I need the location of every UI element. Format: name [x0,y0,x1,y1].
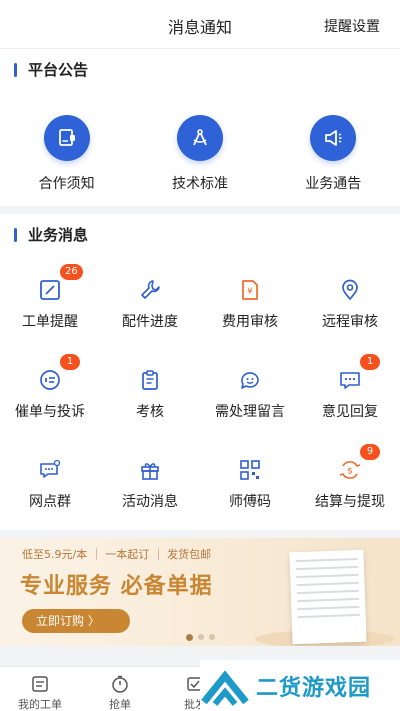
fee-review[interactable]: ¥ 费用审核 [200,272,300,362]
location-pin-icon [337,277,363,303]
announcement-cooperation-notes[interactable]: 合作须知 [0,115,133,193]
banner-pagination[interactable] [0,633,400,641]
announcement-business-notice[interactable]: 业务通告 [267,115,400,193]
promo-banner[interactable]: 低至5.9元/本 ｜ 一本起订 ｜ 发货包邮 专业服务 必备单据 立即订购 〉 [0,538,400,646]
tab-grab-order[interactable]: 抢单 [80,667,160,711]
grid-item-label: 催单与投诉 [15,404,85,420]
unread-count-badge: 26 [60,264,83,280]
pagination-dot[interactable] [208,634,215,640]
receipt-document-image [289,549,367,645]
pending-messages[interactable]: 需处理留言 [200,362,300,452]
feedback-chat-icon [337,367,363,393]
section-marker [14,62,17,77]
unread-count-badge: 1 [360,354,380,370]
doc-line [297,605,360,611]
section-marker [14,227,17,242]
work-order-icon [32,676,48,692]
fee-document-icon: ¥ [237,277,263,303]
grid-item-label: 师傅码 [229,494,271,510]
urge-complaint-icon [37,367,63,393]
announcement-label: 业务通告 [305,176,362,192]
double-chevron-logo-icon [201,669,249,706]
outlet-group[interactable]: 网点群 [0,452,100,542]
tab-label: 抢单 [109,698,131,711]
grid-item-label: 活动消息 [122,494,178,510]
doc-line [296,581,359,587]
compass-icon [176,115,223,161]
contract-icon [43,115,90,161]
platform-section-header: 平台公告 [14,59,88,80]
feedback-reply[interactable]: 意见回复 1 [300,354,400,452]
unread-count-badge: 9 [360,444,380,460]
wrench-icon [137,277,163,303]
activity-messages[interactable]: 活动消息 [100,452,200,542]
announcement-technical-standards[interactable]: 技术标准 [133,115,266,193]
settlement-icon: $ [337,457,363,483]
grid-item-label: 结算与提现 [315,494,385,510]
tab-label: 我的工单 [18,698,62,711]
tab-my-work-orders[interactable]: 我的工单 [0,667,80,711]
grid-item-label: 意见回复 [322,404,378,420]
business-section-title: 业务消息 [28,226,89,244]
assessment[interactable]: 考核 [100,362,200,452]
business-message-grid: 工单提醒 26 配件进度 ¥ 费用审核 远程审核 催单与投诉 1 考核 需处理留… [0,264,400,542]
watermark-text: 二货游戏园 [256,675,372,701]
notification-page: 消息通知 提醒设置 平台公告 合作须知 技术标准 业务通告 业务消息 工单提醒 … [0,0,400,711]
parts-progress[interactable]: 配件进度 [100,272,200,362]
grid-item-label: 需处理留言 [215,404,285,420]
settlement-withdrawal[interactable]: $ 结算与提现 9 [300,444,400,542]
top-bar: 消息通知 提醒设置 [0,0,400,48]
grid-item-label: 远程审核 [322,314,378,330]
announcement-row: 合作须知 技术标准 业务通告 [0,115,400,193]
pagination-dot[interactable] [197,634,204,640]
grid-item-label: 工单提醒 [22,314,78,330]
grid-item-label: 费用审核 [222,314,278,330]
banner-promo-text: 低至5.9元/本 ｜ 一本起订 ｜ 发货包邮 [22,548,212,561]
message-smile-icon [237,367,263,393]
reminder-settings-link[interactable]: 提醒设置 [324,16,380,36]
clipboard-icon [137,367,163,393]
business-message-card: 业务消息 工单提醒 26 配件进度 ¥ 费用审核 远程审核 催单与投诉 1 考核… [0,214,400,530]
grid-item-label: 考核 [136,404,164,420]
megaphone-icon [310,115,357,161]
edit-icon [37,277,63,303]
svg-text:$: $ [347,467,353,477]
timer-icon [112,675,128,693]
banner-headline: 专业服务 必备单据 [20,574,213,599]
doc-line [295,557,358,563]
grid-item-label: 配件进度 [122,314,178,330]
remote-review[interactable]: 远程审核 [300,272,400,362]
order-now-button[interactable]: 立即订购 〉 [22,609,130,633]
doc-line [295,565,359,571]
business-section-header: 业务消息 [14,224,88,245]
qr-code-icon [237,457,263,483]
watermark-logo: 二货游戏园 [200,660,400,711]
platform-announcement-card: 平台公告 合作须知 技术标准 业务通告 [0,48,400,206]
doc-line [297,597,360,603]
gift-icon [137,457,163,483]
doc-line [296,573,359,579]
pagination-dot-active[interactable] [185,633,193,641]
technician-code[interactable]: 师傅码 [200,452,300,542]
group-chat-icon [37,457,63,483]
work-order-reminder[interactable]: 工单提醒 26 [0,264,100,362]
unread-count-badge: 1 [60,354,80,370]
doc-line [296,589,359,595]
svg-text:¥: ¥ [247,287,253,297]
urge-and-complaint[interactable]: 催单与投诉 1 [0,354,100,452]
platform-section-title: 平台公告 [28,61,89,79]
announcement-label: 合作须知 [38,176,95,192]
announcement-label: 技术标准 [171,176,228,192]
grid-item-label: 网点群 [29,494,71,510]
doc-line [297,613,360,619]
